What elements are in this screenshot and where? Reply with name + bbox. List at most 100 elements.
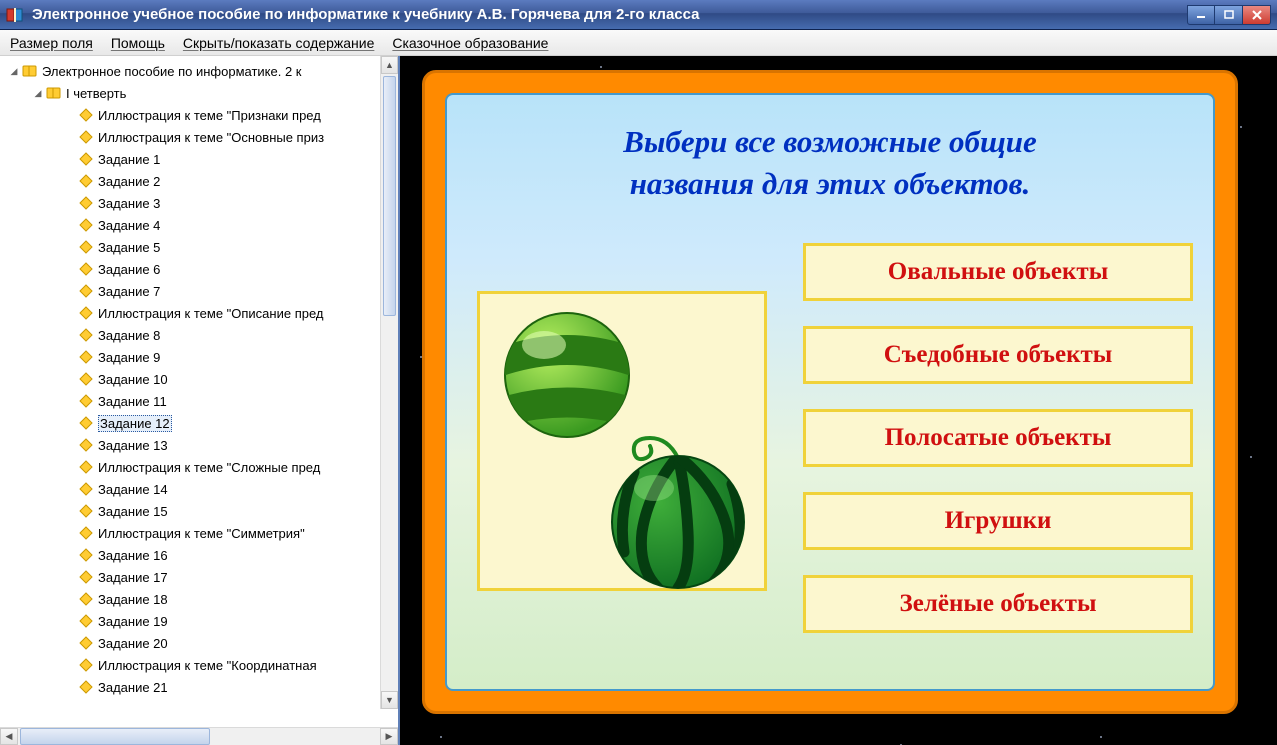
diamond-icon [78, 680, 94, 694]
diamond-icon [78, 130, 94, 144]
diamond-icon [78, 394, 94, 408]
tree-item[interactable]: Задание 20 [0, 632, 398, 654]
horizontal-scrollbar[interactable]: ◀ ▶ [0, 727, 398, 745]
menubar: Размер поля Помощь Скрыть/показать содер… [0, 30, 1277, 56]
window-title: Электронное учебное пособие по информати… [32, 6, 1187, 23]
menu-field-size[interactable]: Размер поля [10, 35, 93, 51]
diamond-icon [78, 416, 94, 430]
tree-item[interactable]: Иллюстрация к теме "Описание пред [0, 302, 398, 324]
tree-item[interactable]: Задание 3 [0, 192, 398, 214]
diamond-icon [78, 284, 94, 298]
tree-item[interactable]: Иллюстрация к теме "Сложные пред [0, 456, 398, 478]
tree-item-label: Задание 5 [98, 240, 160, 255]
tree-quarter[interactable]: ◢ I четверть [0, 82, 398, 104]
menu-toggle-contents[interactable]: Скрыть/показать содержание [183, 35, 374, 51]
tree-quarter-label: I четверть [66, 86, 126, 101]
tree-item-label: Задание 9 [98, 350, 160, 365]
tree-item[interactable]: Задание 6 [0, 258, 398, 280]
tree-item-label: Задание 3 [98, 196, 160, 211]
option-green-objects[interactable]: Зелёные объекты [803, 575, 1193, 633]
tree-item[interactable]: Задание 1 [0, 148, 398, 170]
content-pane: Выбери все возможные общие названия для … [398, 56, 1277, 745]
tree-item-label: Иллюстрация к теме "Основные приз [98, 130, 324, 145]
tree-item[interactable]: Задание 9 [0, 346, 398, 368]
menu-help[interactable]: Помощь [111, 35, 165, 51]
tree-item-label: Задание 19 [98, 614, 168, 629]
tree-item-label: Задание 1 [98, 152, 160, 167]
tree-item-label: Иллюстрация к теме "Описание пред [98, 306, 324, 321]
diamond-icon [78, 548, 94, 562]
scroll-thumb[interactable] [383, 76, 396, 316]
tree-item-label: Задание 8 [98, 328, 160, 343]
scroll-track[interactable] [381, 74, 398, 691]
diamond-icon [78, 636, 94, 650]
instruction-line-1: Выбери все возможные общие [623, 124, 1037, 159]
tree-item-label: Задание 16 [98, 548, 168, 563]
tree-item-label: Задание 15 [98, 504, 168, 519]
watermelon-object [598, 432, 758, 592]
app-icon [6, 6, 24, 24]
scroll-down-button[interactable]: ▼ [381, 691, 398, 709]
option-edible-objects[interactable]: Съедобные объекты [803, 326, 1193, 384]
tree-item-label: Иллюстрация к теме "Координатная [98, 658, 317, 673]
tree-item[interactable]: Задание 12 [0, 412, 398, 434]
close-button[interactable] [1243, 5, 1271, 25]
menu-fairy-education[interactable]: Сказочное образование [392, 35, 548, 51]
tree-item[interactable]: Иллюстрация к теме "Признаки пред [0, 104, 398, 126]
instruction-line-2: названия для этих объектов. [630, 166, 1031, 201]
collapse-icon[interactable]: ◢ [6, 66, 22, 77]
diamond-icon [78, 592, 94, 606]
task-frame: Выбери все возможные общие названия для … [422, 70, 1238, 714]
book-icon [46, 86, 62, 100]
tree-item[interactable]: Задание 2 [0, 170, 398, 192]
diamond-icon [78, 218, 94, 232]
vertical-scrollbar[interactable]: ▲ ▼ [380, 56, 398, 709]
window-controls [1187, 5, 1271, 25]
tree-item-label: Задание 7 [98, 284, 160, 299]
tree-item-label: Задание 10 [98, 372, 168, 387]
option-toys[interactable]: Игрушки [803, 492, 1193, 550]
tree-item-label: Иллюстрация к теме "Признаки пред [98, 108, 321, 123]
option-striped-objects[interactable]: Полосатые объекты [803, 409, 1193, 467]
tree-item[interactable]: Задание 10 [0, 368, 398, 390]
diamond-icon [78, 174, 94, 188]
diamond-icon [78, 570, 94, 584]
tree-item[interactable]: Задание 17 [0, 566, 398, 588]
diamond-icon [78, 372, 94, 386]
tree-item-label: Задание 20 [98, 636, 168, 651]
diamond-icon [78, 328, 94, 342]
diamond-icon [78, 438, 94, 452]
hscroll-thumb[interactable] [20, 728, 210, 745]
tree-item[interactable]: Задание 14 [0, 478, 398, 500]
tree-item[interactable]: Задание 4 [0, 214, 398, 236]
tree-item[interactable]: Задание 8 [0, 324, 398, 346]
scroll-up-button[interactable]: ▲ [381, 56, 398, 74]
tree-item[interactable]: Иллюстрация к теме "Координатная [0, 654, 398, 676]
diamond-icon [78, 196, 94, 210]
tree-item[interactable]: Задание 21 [0, 676, 398, 698]
tree-item[interactable]: Задание 7 [0, 280, 398, 302]
tree-item[interactable]: Задание 5 [0, 236, 398, 258]
tree-item[interactable]: Иллюстрация к теме "Симметрия" [0, 522, 398, 544]
tree-item[interactable]: Задание 16 [0, 544, 398, 566]
tree-item-label: Задание 2 [98, 174, 160, 189]
tree-root-label: Электронное пособие по информатике. 2 к [42, 64, 302, 79]
tree-root[interactable]: ◢ Электронное пособие по информатике. 2 … [0, 60, 398, 82]
tree-item[interactable]: Задание 18 [0, 588, 398, 610]
tree-item[interactable]: Задание 19 [0, 610, 398, 632]
scroll-left-button[interactable]: ◀ [0, 728, 18, 745]
tree-item[interactable]: Задание 15 [0, 500, 398, 522]
titlebar: Электронное учебное пособие по информати… [0, 0, 1277, 30]
tree-item[interactable]: Задание 11 [0, 390, 398, 412]
option-oval-objects[interactable]: Овальные объекты [803, 243, 1193, 301]
maximize-button[interactable] [1215, 5, 1243, 25]
minimize-button[interactable] [1187, 5, 1215, 25]
diamond-icon [78, 658, 94, 672]
scroll-right-button[interactable]: ▶ [380, 728, 398, 745]
tree-item-label: Задание 17 [98, 570, 168, 585]
collapse-icon[interactable]: ◢ [30, 88, 46, 99]
tree-item-label: Задание 21 [98, 680, 168, 695]
tree-item[interactable]: Задание 13 [0, 434, 398, 456]
navigation-tree-pane: ◢ Электронное пособие по информатике. 2 … [0, 56, 398, 745]
tree-item[interactable]: Иллюстрация к теме "Основные приз [0, 126, 398, 148]
